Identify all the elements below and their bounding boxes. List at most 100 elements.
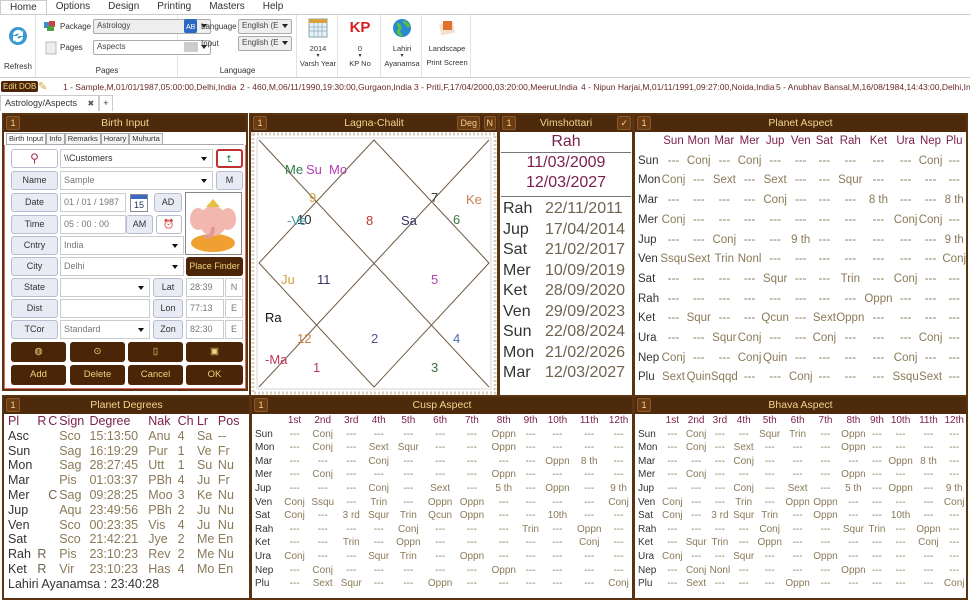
tcor-label[interactable]: TCor (11, 320, 58, 339)
panel-number[interactable]: 1 (6, 398, 20, 412)
ampm-button[interactable]: AM (126, 215, 153, 234)
target-button[interactable]: ⊙ (70, 342, 125, 362)
add-tab-button[interactable]: + (99, 95, 113, 111)
era-button[interactable]: AD (154, 193, 182, 212)
time-label[interactable]: Time (11, 215, 58, 234)
tab-horary[interactable]: Horary (100, 133, 130, 144)
antar-dasha-row[interactable]: Mon 21/02/2026 (500, 343, 632, 364)
name-input[interactable]: Sample (60, 171, 213, 190)
folder-select[interactable]: \\Customers (60, 149, 213, 168)
globe-button[interactable]: ◍ (11, 342, 66, 362)
planet-label[interactable]: Ra (265, 310, 282, 325)
panel-number[interactable]: 1 (253, 116, 267, 130)
refresh-button[interactable]: Refresh (2, 25, 34, 72)
panel-number[interactable]: 1 (502, 116, 516, 130)
planet-label[interactable]: -Ve (287, 213, 307, 228)
panel-number[interactable]: 1 (254, 398, 268, 412)
city-label[interactable]: City (11, 257, 58, 276)
tab-info[interactable]: Info (46, 133, 65, 144)
cancel-button[interactable]: Cancel (128, 365, 183, 385)
date-label[interactable]: Date (11, 193, 58, 212)
dist-label[interactable]: Dist (11, 299, 58, 318)
date-input[interactable]: 01 / 01 / 1987 (60, 193, 126, 212)
tab-astrology-aspects[interactable]: Astrology/Aspects ✖ (0, 95, 100, 111)
degree-cell: Fr (217, 473, 230, 488)
state-select[interactable] (60, 278, 150, 297)
lat-value[interactable]: 28:39 (186, 278, 224, 297)
city-select[interactable]: Delhi (60, 257, 184, 276)
country-select[interactable]: India (60, 236, 184, 255)
zon-value[interactable]: 82:30 (186, 320, 224, 339)
lon-direction[interactable]: E (225, 299, 243, 318)
save-button[interactable]: ▣ (186, 342, 243, 362)
tab-remarks[interactable]: Remarks (64, 133, 101, 144)
planet-label[interactable]: -Ma (265, 352, 288, 367)
pencil-icon[interactable]: ✎ (38, 80, 47, 93)
place-finder-button[interactable]: Place Finder (186, 257, 243, 276)
zon-direction[interactable]: E (225, 320, 243, 339)
planet-label[interactable]: Ju (281, 272, 295, 287)
dob-item[interactable]: 1 - Sample,M,01/01/1987,05:00:00,Delhi,I… (63, 82, 236, 92)
tcor-select[interactable]: Standard (60, 320, 150, 339)
gender-button[interactable]: M (216, 171, 243, 190)
state-label[interactable]: State (11, 278, 58, 297)
name-label[interactable]: Name (11, 171, 58, 190)
antar-dasha-row[interactable]: Ven 29/09/2023 (500, 302, 632, 323)
dob-item[interactable]: 3 - Priti,F,17/04/2000,03:20:00,Meerut,I… (414, 82, 578, 92)
ok-button[interactable]: OK (186, 365, 243, 385)
delete-button[interactable]: Delete (70, 365, 125, 385)
kp-no-button[interactable]: KP 0 ▾ KP No (339, 18, 381, 69)
upload-button[interactable]: ⮤ (216, 149, 243, 168)
planet-label[interactable]: Ke (466, 192, 482, 207)
check-button[interactable]: ✓ (617, 116, 631, 130)
planet-label[interactable]: Su (306, 162, 322, 177)
language-select[interactable]: English (E (238, 19, 292, 34)
lat-label[interactable]: Lat (153, 278, 183, 297)
lat-direction[interactable]: N (225, 278, 243, 297)
menu-options[interactable]: Options (47, 0, 99, 15)
varsh-year-button[interactable]: 2014 ▾ Varsh Year (298, 18, 338, 69)
dist-input[interactable] (60, 299, 150, 318)
tab-muhurta[interactable]: Muhurta (129, 133, 163, 144)
antar-dasha-row[interactable]: Jup 17/04/2014 (500, 220, 632, 241)
new-document-button[interactable]: ▯ (128, 342, 183, 362)
tab-birth-input[interactable]: Birth Input (6, 133, 47, 144)
north-style-button[interactable]: N (483, 116, 496, 130)
antar-dasha-row[interactable]: Ket 28/09/2020 (500, 281, 632, 302)
antar-dasha-row[interactable]: Sat 21/02/2017 (500, 240, 632, 261)
add-button[interactable]: Add (11, 365, 66, 385)
deg-button[interactable]: Deg (457, 116, 480, 130)
antar-dasha-row[interactable]: Rah 22/11/2011 (500, 199, 632, 220)
calendar-button[interactable]: 15 (130, 194, 148, 212)
input-select[interactable]: English (E (238, 36, 292, 51)
planet-label[interactable]: Sa (401, 213, 418, 228)
country-label[interactable]: Cntry (11, 236, 58, 255)
planet-label[interactable]: Mo (329, 162, 347, 177)
print-screen-button[interactable]: Landscape Print Screen (423, 18, 471, 68)
lon-label[interactable]: Lon (153, 299, 183, 318)
dob-item[interactable]: 5 - Anubhav Bansal,M,16/08/1984,14:43:00… (776, 82, 970, 92)
antar-dasha-row[interactable]: Sun 22/08/2024 (500, 322, 632, 343)
edit-dob-button[interactable]: Edit DOB (1, 81, 39, 92)
search-customer-button[interactable]: ⚲ (11, 149, 58, 168)
antar-dasha-row[interactable]: Mar 12/03/2027 (500, 363, 632, 384)
alarm-clock-button[interactable]: ⏰ (156, 215, 182, 234)
dob-item[interactable]: 4 - Nipun Harjai,M,01/11/1991,09:27:00,N… (581, 82, 775, 92)
close-tab-icon[interactable]: ✖ (88, 99, 95, 108)
menu-design[interactable]: Design (99, 0, 148, 15)
lon-value[interactable]: 77:13 (186, 299, 224, 318)
panel-number[interactable]: 1 (637, 116, 651, 130)
menu-masters[interactable]: Masters (200, 0, 254, 15)
panel-number[interactable]: 1 (6, 116, 20, 130)
menu-printing[interactable]: Printing (148, 0, 200, 15)
menu-home[interactable]: Home (0, 0, 47, 15)
panel-number[interactable]: 1 (637, 398, 651, 412)
dob-item[interactable]: 2 - 460,M,06/11/1990,19:30:00,Gurgaon,In… (240, 82, 412, 92)
menu-help[interactable]: Help (254, 0, 293, 15)
ayanamsa-button[interactable]: Lahiri ▾ Ayanamsa (382, 18, 422, 69)
antar-dasha-row[interactable]: Mer 10/09/2019 (500, 261, 632, 282)
planet-label[interactable]: Me (285, 162, 303, 177)
row-header: Ket (638, 312, 656, 325)
zon-label[interactable]: Zon (153, 320, 183, 339)
time-input[interactable]: 05 : 00 : 00 (60, 215, 126, 234)
